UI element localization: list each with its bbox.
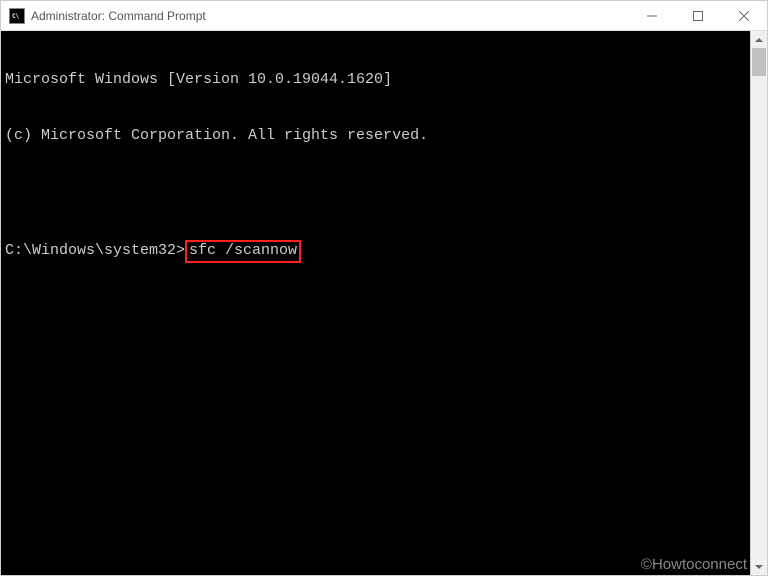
output-line: Microsoft Windows [Version 10.0.19044.16… [5, 71, 746, 90]
blank-line [5, 184, 746, 203]
minimize-button[interactable] [629, 1, 675, 31]
output-line: (c) Microsoft Corporation. All rights re… [5, 127, 746, 146]
titlebar[interactable]: C\ Administrator: Command Prompt [1, 1, 767, 31]
command-prompt-window: C\ Administrator: Command Prompt Microso… [0, 0, 768, 576]
scroll-track[interactable] [751, 48, 767, 558]
scroll-down-arrow-icon[interactable] [751, 558, 767, 575]
close-button[interactable] [721, 1, 767, 31]
svg-text:C\: C\ [12, 13, 20, 20]
prompt-line: C:\Windows\system32>sfc /scannow [5, 240, 746, 263]
scroll-up-arrow-icon[interactable] [751, 31, 767, 48]
scroll-thumb[interactable] [752, 48, 766, 76]
maximize-button[interactable] [675, 1, 721, 31]
highlighted-command: sfc /scannow [185, 240, 301, 263]
terminal-container: Microsoft Windows [Version 10.0.19044.16… [1, 31, 767, 575]
window-controls [629, 1, 767, 30]
vertical-scrollbar[interactable] [750, 31, 767, 575]
terminal-output[interactable]: Microsoft Windows [Version 10.0.19044.16… [1, 31, 750, 575]
app-icon: C\ [9, 8, 25, 24]
window-title: Administrator: Command Prompt [31, 9, 629, 23]
prompt-text: C:\Windows\system32> [5, 242, 185, 259]
